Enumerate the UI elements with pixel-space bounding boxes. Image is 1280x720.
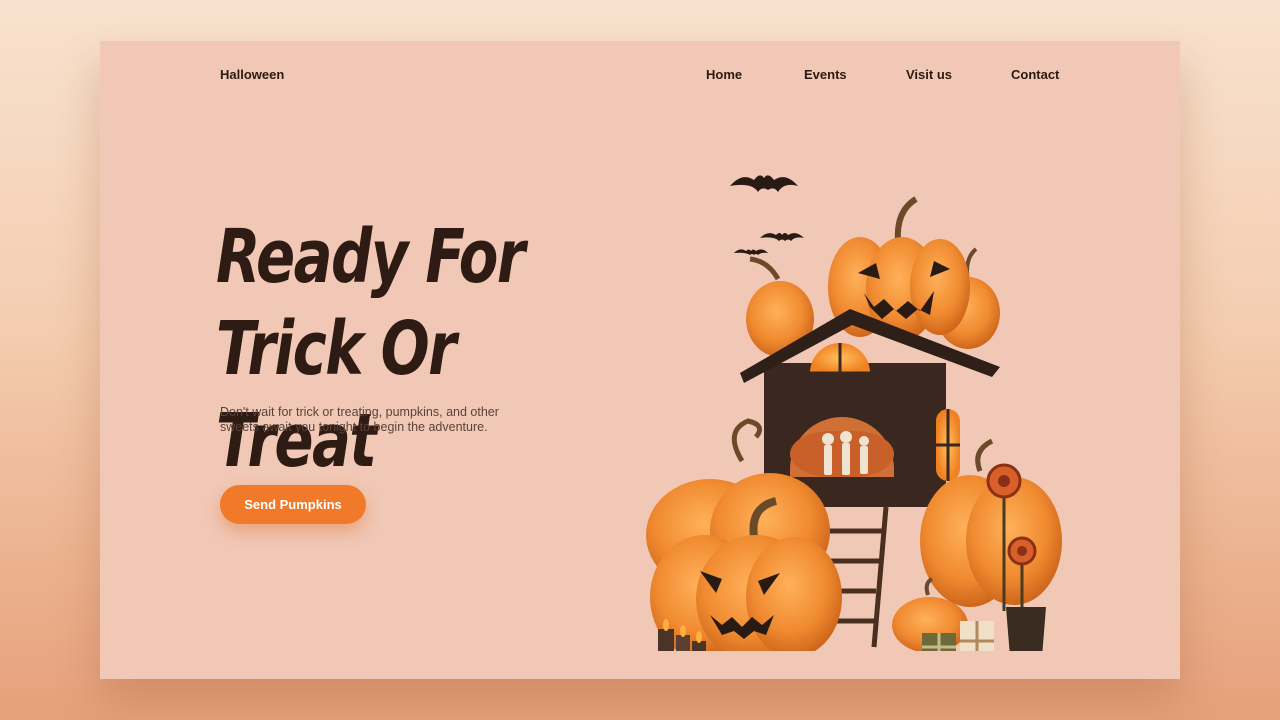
hero-headline: Ready For Trick Or Treat bbox=[216, 211, 544, 487]
landing-card: Halloween Home Events Visit us Contact R… bbox=[100, 41, 1180, 679]
main-nav: Home Events Visit us Contact bbox=[100, 67, 1180, 87]
bat-icon bbox=[730, 175, 804, 255]
nav-contact-link[interactable]: Contact bbox=[1011, 67, 1059, 82]
headline-line-1: Ready For bbox=[216, 214, 525, 300]
nav-events-link[interactable]: Events bbox=[804, 67, 847, 82]
nav-visit-us-link[interactable]: Visit us bbox=[906, 67, 952, 82]
nav-home-link[interactable]: Home bbox=[706, 67, 742, 82]
halloween-illustration bbox=[646, 175, 1062, 651]
skeleton-icon bbox=[822, 431, 869, 475]
send-pumpkins-button[interactable]: Send Pumpkins bbox=[220, 485, 366, 524]
hero-description: Don't wait for trick or treating, pumpki… bbox=[220, 405, 499, 434]
headline-line-2: Trick Or Treat bbox=[216, 306, 457, 484]
